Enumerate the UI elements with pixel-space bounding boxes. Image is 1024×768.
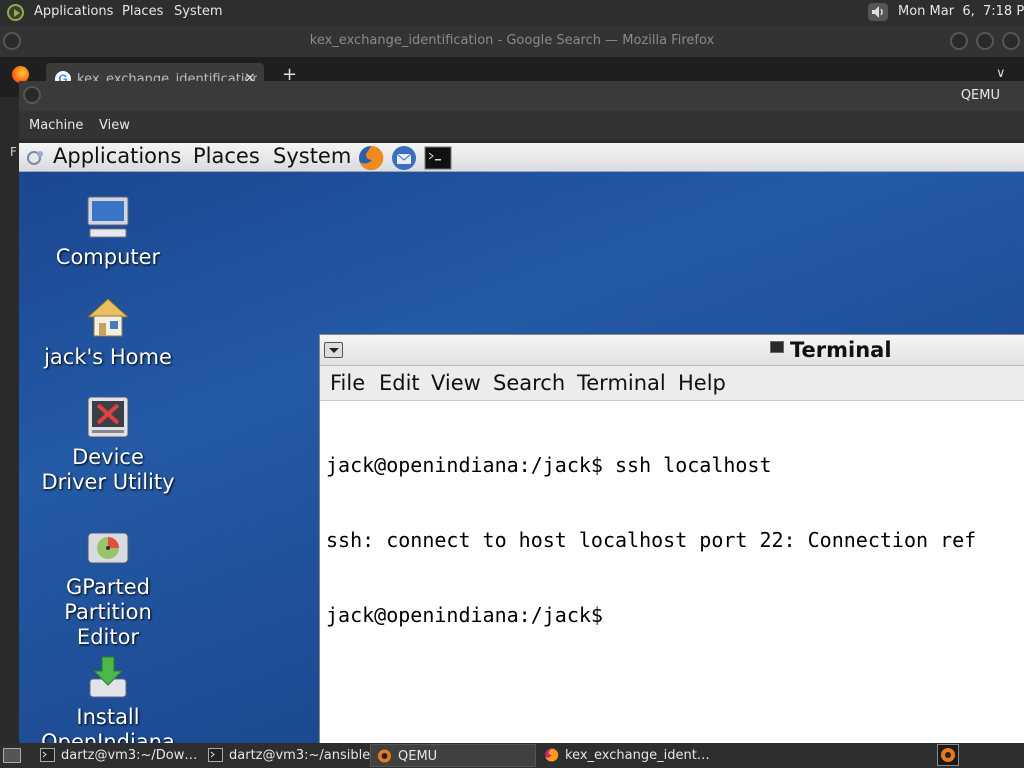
terminal-line: jack@openindiana:/jack$ ssh localhost: [326, 453, 772, 477]
desktop-icon-device-driver[interactable]: Device Driver Utility: [38, 393, 178, 495]
computer-icon: [87, 196, 129, 238]
thunderbird-icon[interactable]: [390, 144, 418, 172]
desktop-icon-install[interactable]: Install OpenIndiana: [38, 653, 178, 743]
terminal-icon: [40, 748, 55, 762]
desktop-icon-label: Computer: [55, 245, 161, 269]
task-label: dartz@vm3:~/ansible: [229, 748, 371, 763]
firefox-window-title: kex_exchange_identification - Google Sea…: [309, 33, 715, 48]
volume-icon[interactable]: [868, 3, 888, 21]
terminal-output[interactable]: jack@openindiana:/jack$ ssh localhost ss…: [326, 403, 1024, 678]
desktop-icon-label: jack's Home: [44, 345, 172, 369]
terminal-titlebar[interactable]: Terminal: [320, 335, 1024, 366]
desktop-icon-label-line: Driver Utility: [41, 470, 175, 494]
desktop-icon-home[interactable]: jack's Home: [38, 293, 178, 370]
show-desktop-icon[interactable]: [3, 748, 21, 763]
firefox-icon[interactable]: [357, 144, 385, 172]
task-label: kex_exchange_ident…: [565, 748, 710, 763]
terminal-menu-search[interactable]: Search: [493, 371, 565, 395]
host-top-panel: Applications Places System Mon Mar 6, 7:…: [0, 0, 1024, 25]
task-qemu[interactable]: QEMU: [370, 744, 536, 767]
clock[interactable]: Mon Mar 6, 7:18 PM: [898, 4, 1024, 19]
minimize-button[interactable]: [950, 32, 968, 50]
guest-menu-places[interactable]: Places: [193, 144, 260, 168]
terminal-title-icon: [770, 341, 784, 353]
os-logo-icon[interactable]: [7, 4, 24, 21]
qemu-menu-machine[interactable]: Machine: [29, 118, 83, 133]
desktop-icon-computer[interactable]: Computer: [38, 193, 178, 270]
terminal-menu-terminal[interactable]: Terminal: [577, 371, 666, 395]
openindiana-logo-icon[interactable]: [26, 148, 46, 166]
home-icon: [86, 298, 130, 337]
desktop-icon-label-line: Device: [72, 445, 144, 469]
terminal-window[interactable]: Terminal File Edit View Search Terminal …: [319, 334, 1024, 743]
task-terminal-downloads[interactable]: dartz@vm3:~/Dow…: [34, 744, 200, 767]
gparted-icon: [87, 532, 129, 564]
terminal-title: Terminal: [790, 338, 892, 362]
desktop-icon-label-line: Install: [76, 705, 140, 729]
close-button[interactable]: [1002, 32, 1020, 50]
qemu-menubar: Machine View: [19, 111, 1024, 139]
desktop-icon-gparted[interactable]: GParted Partition Editor: [38, 523, 178, 650]
task-label: QEMU: [398, 749, 438, 764]
host-menu-places[interactable]: Places: [122, 4, 163, 19]
qemu-window-menu-button[interactable]: [23, 86, 41, 104]
maximize-button[interactable]: [976, 32, 994, 50]
guest-desktop[interactable]: Applications Places System Computer jack…: [19, 143, 1024, 743]
host-taskbar: dartz@vm3:~/Dow… dartz@vm3:~/ansible QEM…: [0, 743, 1024, 768]
task-label: dartz@vm3:~/Dow…: [61, 748, 198, 763]
guest-menu-applications[interactable]: Applications: [53, 144, 181, 168]
guest-top-panel: Applications Places System: [19, 143, 1024, 172]
desktop-icon-label-line: Partition: [64, 600, 152, 624]
qemu-titlebar: QEMU: [19, 81, 1024, 111]
terminal-menu-file[interactable]: File: [330, 371, 365, 395]
terminal-icon[interactable]: [424, 144, 452, 172]
qemu-icon: [378, 749, 391, 763]
tab-list-button[interactable]: ∨: [996, 66, 1006, 81]
terminal-menu-edit[interactable]: Edit: [379, 371, 420, 395]
terminal-line: ssh: connect to host localhost port 22: …: [326, 528, 977, 552]
firefox-icon: [545, 748, 559, 762]
host-menu-applications[interactable]: Applications: [34, 4, 113, 19]
install-icon: [89, 656, 127, 698]
terminal-menu-help[interactable]: Help: [678, 371, 726, 395]
host-menu-system[interactable]: System: [174, 4, 222, 19]
terminal-icon: [208, 748, 223, 762]
terminal-menubar: File Edit View Search Terminal Help: [320, 366, 1024, 401]
qemu-window-title: QEMU: [960, 88, 1000, 103]
guest-menu-system[interactable]: System: [273, 144, 351, 168]
terminal-menu-view[interactable]: View: [431, 371, 481, 395]
task-firefox[interactable]: kex_exchange_ident…: [538, 744, 710, 767]
desktop-icon-label-line: OpenIndiana: [41, 730, 175, 743]
firefox-content-edge: F: [0, 97, 19, 743]
firefox-content-letter: F: [10, 145, 17, 159]
firefox-titlebar: kex_exchange_identification - Google Sea…: [0, 25, 1024, 57]
desktop-icon-label-line: GParted: [66, 575, 150, 599]
tray-qemu-icon[interactable]: [937, 744, 959, 766]
task-terminal-ansible[interactable]: dartz@vm3:~/ansible: [202, 744, 371, 767]
device-driver-icon: [87, 396, 129, 438]
qemu-menu-view[interactable]: View: [99, 118, 130, 133]
window-menu-icon[interactable]: [324, 342, 343, 358]
desktop-icon-label-line: Editor: [76, 625, 140, 649]
terminal-line: jack@openindiana:/jack$: [326, 603, 603, 627]
